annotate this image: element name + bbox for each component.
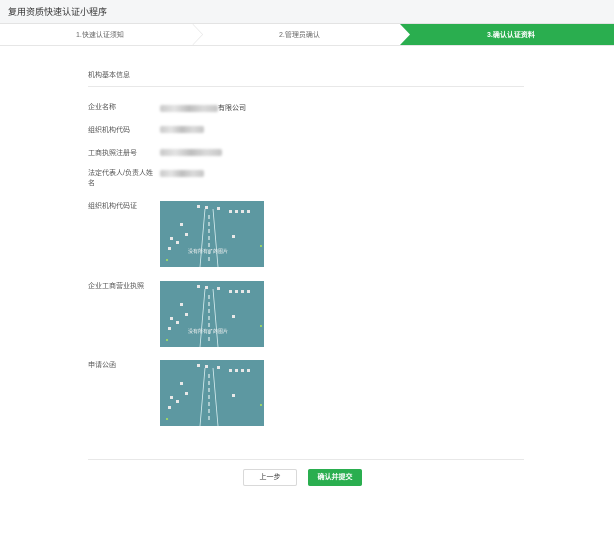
company-name-suffix: 有限公司 xyxy=(218,105,246,112)
step-2-label: 2.管理员确认 xyxy=(279,32,320,39)
reg-no-label: 工商执照注册号 xyxy=(88,150,137,157)
legal-rep-value xyxy=(160,170,204,177)
footer-divider xyxy=(88,459,524,460)
window-title: 复用资质快速认证小程序 xyxy=(8,7,108,17)
redacted-text xyxy=(160,170,204,177)
redacted-text xyxy=(160,104,218,112)
org-code-cert-image[interactable]: 没有所有了的图片 xyxy=(160,201,264,267)
image-caption: 没有所有了的图片 xyxy=(188,329,229,335)
org-code-cert-label: 组织机构代码证 xyxy=(88,203,137,210)
image-caption: 没有所有了的图片 xyxy=(188,249,229,255)
org-code-value xyxy=(160,126,204,133)
step-3-label: 3.确认认证资料 xyxy=(487,32,535,39)
redacted-text xyxy=(160,126,204,133)
legal-rep-label: 法定代表人/负责人姓名 xyxy=(88,170,153,187)
placeholder-image-icon xyxy=(166,285,262,347)
org-code-label: 组织机构代码 xyxy=(88,127,130,134)
placeholder-image-icon xyxy=(166,205,262,267)
confirm-submit-button[interactable]: 确认并提交 xyxy=(308,469,362,486)
section-divider xyxy=(88,86,524,87)
redacted-text xyxy=(160,149,222,156)
business-license-label: 企业工商营业执照 xyxy=(88,283,144,290)
company-name-label: 企业名称 xyxy=(88,104,116,111)
reg-no-value xyxy=(160,149,222,156)
placeholder-image-icon xyxy=(166,364,262,426)
application-letter-image[interactable] xyxy=(160,360,264,426)
previous-step-button[interactable]: 上一步 xyxy=(243,469,297,486)
business-license-image[interactable]: 没有所有了的图片 xyxy=(160,281,264,347)
company-name-value: 有限公司 xyxy=(160,103,246,113)
step-progress-bar: 1.快速认证须知 2.管理员确认 3.确认认证资料 xyxy=(0,24,614,46)
step-1-label: 1.快速认证须知 xyxy=(76,32,124,39)
title-bar: 复用资质快速认证小程序 xyxy=(0,0,614,24)
section-title: 机构基本信息 xyxy=(88,72,130,79)
application-letter-label: 申请公函 xyxy=(88,362,116,369)
